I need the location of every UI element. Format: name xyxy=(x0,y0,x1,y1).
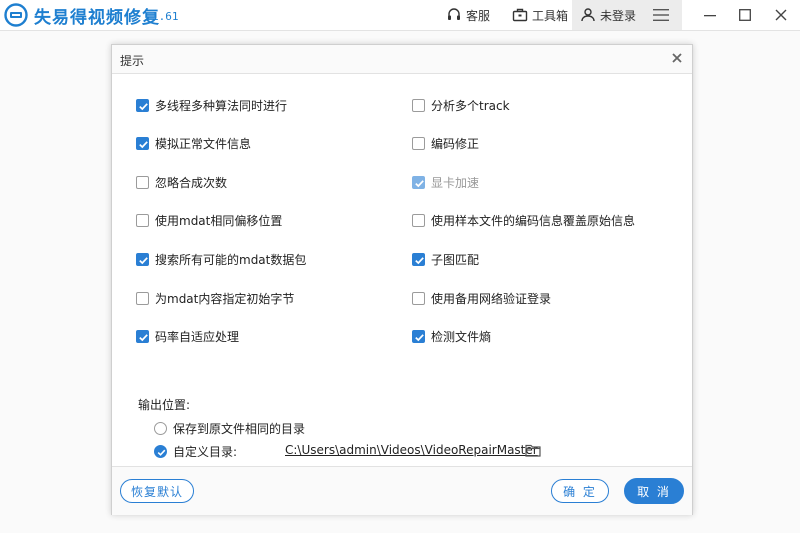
app-title: 失易得视频修复 xyxy=(34,8,160,28)
option-left-5[interactable]: 为mdat内容指定初始字节 xyxy=(136,289,294,307)
dialog-close-icon[interactable] xyxy=(670,51,684,65)
title-bar: 失易得视频修复 1.61 客服 工具箱 未登录 xyxy=(0,0,800,31)
checkbox-left-3[interactable] xyxy=(136,213,149,227)
option-label: 分析多个track xyxy=(431,98,510,113)
minimize-icon xyxy=(704,15,716,17)
option-right-6[interactable]: 检测文件熵 xyxy=(412,327,491,345)
radio-custom-directory-indicator[interactable] xyxy=(154,445,167,458)
option-right-3[interactable]: 使用样本文件的编码信息覆盖原始信息 xyxy=(412,211,635,229)
maximize-button[interactable] xyxy=(727,0,763,30)
checkbox-left-5[interactable] xyxy=(136,291,149,305)
menu-button[interactable] xyxy=(644,0,682,30)
checkbox-left-0[interactable] xyxy=(136,98,149,112)
toolbox-label: 工具箱 xyxy=(532,8,569,23)
option-left-4[interactable]: 搜索所有可能的mdat数据包 xyxy=(136,250,306,268)
maximize-icon xyxy=(739,9,751,21)
option-label: 检测文件熵 xyxy=(431,329,492,344)
option-label: 为mdat内容指定初始字节 xyxy=(155,291,295,306)
option-right-0[interactable]: 分析多个track xyxy=(412,96,510,114)
dialog-footer: 恢复默认 确 定 取 消 xyxy=(112,466,692,515)
option-label: 忽略合成次数 xyxy=(155,175,228,190)
custom-path-link[interactable]: C:\Users\admin\Videos\VideoRepairMaster xyxy=(285,443,538,457)
option-label: 码率自适应处理 xyxy=(155,329,240,344)
close-window-button[interactable] xyxy=(763,0,799,30)
checkbox-left-2[interactable] xyxy=(136,175,149,189)
dialog-header: 提示 xyxy=(112,45,692,74)
option-left-3[interactable]: 使用mdat相同偏移位置 xyxy=(136,211,282,229)
login-label: 未登录 xyxy=(599,8,636,23)
checkbox-right-5[interactable] xyxy=(412,291,425,305)
output-location-label: 输出位置: xyxy=(138,398,191,412)
headset-icon xyxy=(448,8,460,20)
radio-same-directory[interactable]: 保存到原文件相同的目录 xyxy=(154,420,305,437)
option-left-1[interactable]: 模拟正常文件信息 xyxy=(136,134,251,152)
radio-custom-directory[interactable]: 自定义目录: xyxy=(154,443,237,460)
toolbox-icon xyxy=(512,8,528,22)
dialog-title: 提示 xyxy=(120,54,145,68)
cancel-button[interactable]: 取 消 xyxy=(624,478,684,504)
folder-icon[interactable] xyxy=(525,443,541,457)
radio-same-directory-indicator[interactable] xyxy=(154,422,167,435)
option-label: 多线程多种算法同时进行 xyxy=(155,98,288,113)
toolbox-button[interactable]: 工具箱 xyxy=(512,0,568,30)
checkbox-right-3[interactable] xyxy=(412,213,425,227)
option-left-0[interactable]: 多线程多种算法同时进行 xyxy=(136,96,287,114)
option-label: 模拟正常文件信息 xyxy=(155,136,252,151)
checkbox-left-1[interactable] xyxy=(136,136,149,150)
app-version: 1.61 xyxy=(152,10,179,23)
checkbox-left-4[interactable] xyxy=(136,252,149,266)
option-right-5[interactable]: 使用备用网络验证登录 xyxy=(412,289,551,307)
option-label: 使用mdat相同偏移位置 xyxy=(155,213,283,228)
option-label: 子图匹配 xyxy=(431,252,480,267)
support-button[interactable]: 客服 xyxy=(446,0,490,30)
ok-button[interactable]: 确 定 xyxy=(551,479,609,503)
checkbox-right-0[interactable] xyxy=(412,98,425,112)
minimize-button[interactable] xyxy=(692,0,728,30)
restore-defaults-button[interactable]: 恢复默认 xyxy=(120,479,194,503)
checkbox-right-1[interactable] xyxy=(412,136,425,150)
option-right-1[interactable]: 编码修正 xyxy=(412,134,479,152)
option-right-4[interactable]: 子图匹配 xyxy=(412,250,479,268)
option-label: 使用备用网络验证登录 xyxy=(431,291,552,306)
option-label: 使用样本文件的编码信息覆盖原始信息 xyxy=(431,213,636,228)
login-button[interactable]: 未登录 xyxy=(572,0,644,30)
settings-dialog: 提示 多线程多种算法同时进行 模拟正常文件信息 忽略合成次数使用mdat相同偏移位置… xyxy=(111,44,693,515)
option-label: 显卡加速 xyxy=(431,175,480,190)
radio-same-directory-label: 保存到原文件相同的目录 xyxy=(173,422,306,436)
radio-custom-directory-label: 自定义目录: xyxy=(173,445,238,459)
app-logo-icon xyxy=(4,3,28,27)
checkbox-left-6[interactable] xyxy=(136,329,149,343)
checkbox-right-6[interactable] xyxy=(412,329,425,343)
close-icon xyxy=(775,9,787,21)
option-right-2: 显卡加速 xyxy=(412,173,479,191)
support-label: 客服 xyxy=(466,8,491,23)
option-label: 搜索所有可能的mdat数据包 xyxy=(155,252,307,267)
checkbox-right-2 xyxy=(412,175,425,189)
option-left-6[interactable]: 码率自适应处理 xyxy=(136,327,239,345)
user-icon xyxy=(581,8,595,22)
option-left-2[interactable]: 忽略合成次数 xyxy=(136,173,227,191)
option-label: 编码修正 xyxy=(431,136,480,151)
hamburger-menu-icon xyxy=(653,9,669,21)
checkbox-right-4[interactable] xyxy=(412,252,425,266)
